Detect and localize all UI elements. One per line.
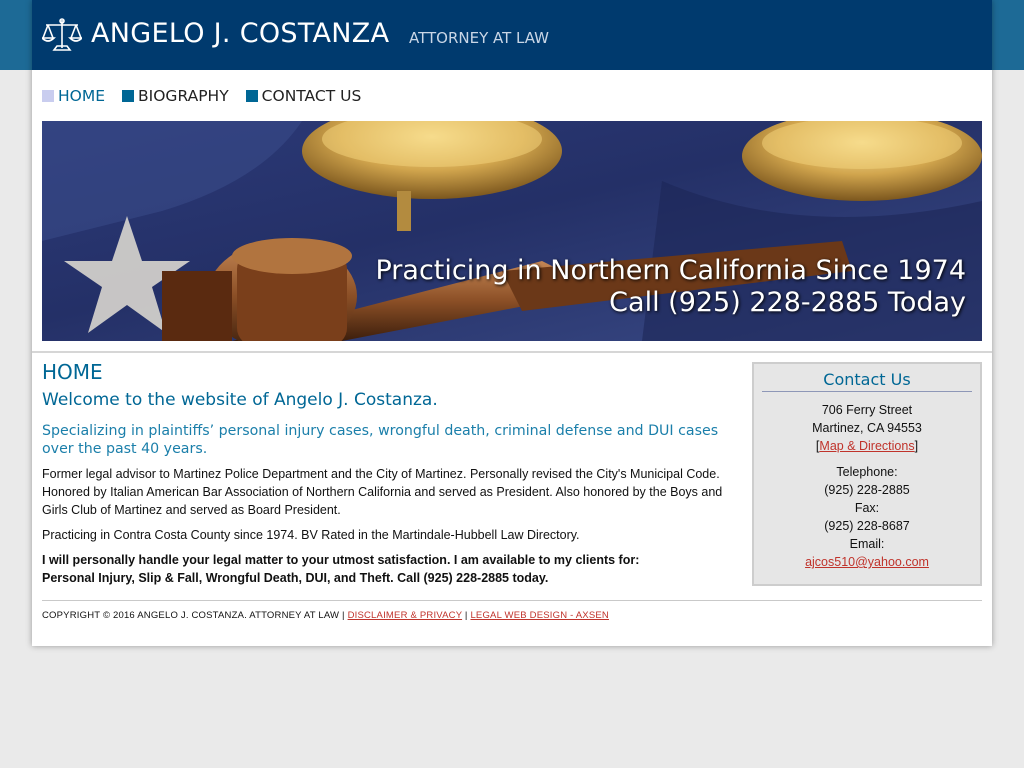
section-divider bbox=[32, 351, 992, 353]
banner-phone-line: Call (925) 228-2885 Today bbox=[609, 287, 966, 318]
nav-bullet-icon bbox=[245, 90, 258, 102]
page-container: ANGELO J. COSTANZA ATTORNEY AT LAW HOME B… bbox=[32, 0, 992, 646]
nav-label: CONTACT US bbox=[261, 87, 362, 105]
practice-paragraph: Practicing in Contra Costa County since … bbox=[42, 528, 580, 542]
disclaimer-link[interactable]: DISCLAIMER & PRIVACY bbox=[348, 610, 463, 621]
specialty-statement: Specializing in plaintiffs’ personal inj… bbox=[42, 423, 719, 457]
fax-number: (925) 228-8687 bbox=[824, 519, 910, 533]
address-city: Martinez, CA 94553 bbox=[812, 421, 922, 435]
contact-title: Contact Us bbox=[762, 370, 972, 392]
nav-bullet-icon bbox=[42, 90, 54, 102]
nav-label: BIOGRAPHY bbox=[138, 87, 229, 105]
main-content: HOME Welcome to the website of Angelo J.… bbox=[42, 360, 738, 587]
footer-divider bbox=[42, 600, 982, 601]
nav-label: HOME bbox=[58, 87, 106, 105]
map-directions-link[interactable]: Map & Directions bbox=[819, 439, 914, 453]
nav-item-biography[interactable]: BIOGRAPHY bbox=[122, 87, 229, 105]
copyright-text: COPYRIGHT © 2016 ANGELO J. COSTANZA. ATT… bbox=[42, 610, 345, 621]
map-link-wrapper: [Map & Directions] bbox=[754, 437, 980, 455]
main-nav: HOME BIOGRAPHY CONTACT US bbox=[42, 86, 378, 106]
address-block: 706 Ferry Street Martinez, CA 94553 [Map… bbox=[754, 401, 980, 455]
footer-separator: | bbox=[464, 610, 468, 621]
commitment-paragraph: I will personally handle your legal matt… bbox=[42, 551, 738, 587]
commitment-line-2: Personal Injury, Slip & Fall, Wrongful D… bbox=[42, 571, 549, 585]
nav-bullet-icon bbox=[122, 90, 135, 102]
contact-sidebar: Contact Us 706 Ferry Street Martinez, CA… bbox=[752, 362, 982, 586]
email-label: Email: bbox=[849, 537, 885, 551]
web-design-link[interactable]: LEGAL WEB DESIGN - AXSEN bbox=[470, 610, 609, 621]
site-footer: COPYRIGHT © 2016 ANGELO J. COSTANZA. ATT… bbox=[42, 610, 609, 621]
telephone-label: Telephone: bbox=[836, 465, 898, 479]
site-header: ANGELO J. COSTANZA ATTORNEY AT LAW bbox=[32, 0, 992, 70]
scales-of-justice-icon[interactable] bbox=[42, 17, 82, 53]
nav-item-home[interactable]: HOME bbox=[42, 87, 105, 105]
bio-paragraph: Former legal advisor to Martinez Police … bbox=[42, 467, 723, 517]
email-link[interactable]: ajcos510@yahoo.com bbox=[754, 553, 980, 571]
fax-label: Fax: bbox=[854, 501, 880, 515]
phone-block: Telephone: (925) 228-2885 Fax: (925) 228… bbox=[754, 463, 980, 571]
page-title: HOME bbox=[42, 360, 103, 384]
telephone-number: (925) 228-2885 bbox=[824, 483, 910, 497]
site-name[interactable]: ANGELO J. COSTANZA bbox=[91, 18, 389, 49]
hero-banner: Practicing in Northern California Since … bbox=[42, 121, 982, 341]
address-street: 706 Ferry Street bbox=[821, 403, 913, 417]
bracket-close: ] bbox=[914, 439, 919, 453]
welcome-heading: Welcome to the website of Angelo J. Cost… bbox=[42, 390, 438, 410]
commitment-line-1: I will personally handle your legal matt… bbox=[42, 553, 640, 567]
banner-headline: Practicing in Northern California Since … bbox=[375, 255, 966, 286]
site-tagline: ATTORNEY AT LAW bbox=[409, 29, 550, 47]
nav-item-contact-us[interactable]: CONTACT US bbox=[245, 87, 362, 105]
